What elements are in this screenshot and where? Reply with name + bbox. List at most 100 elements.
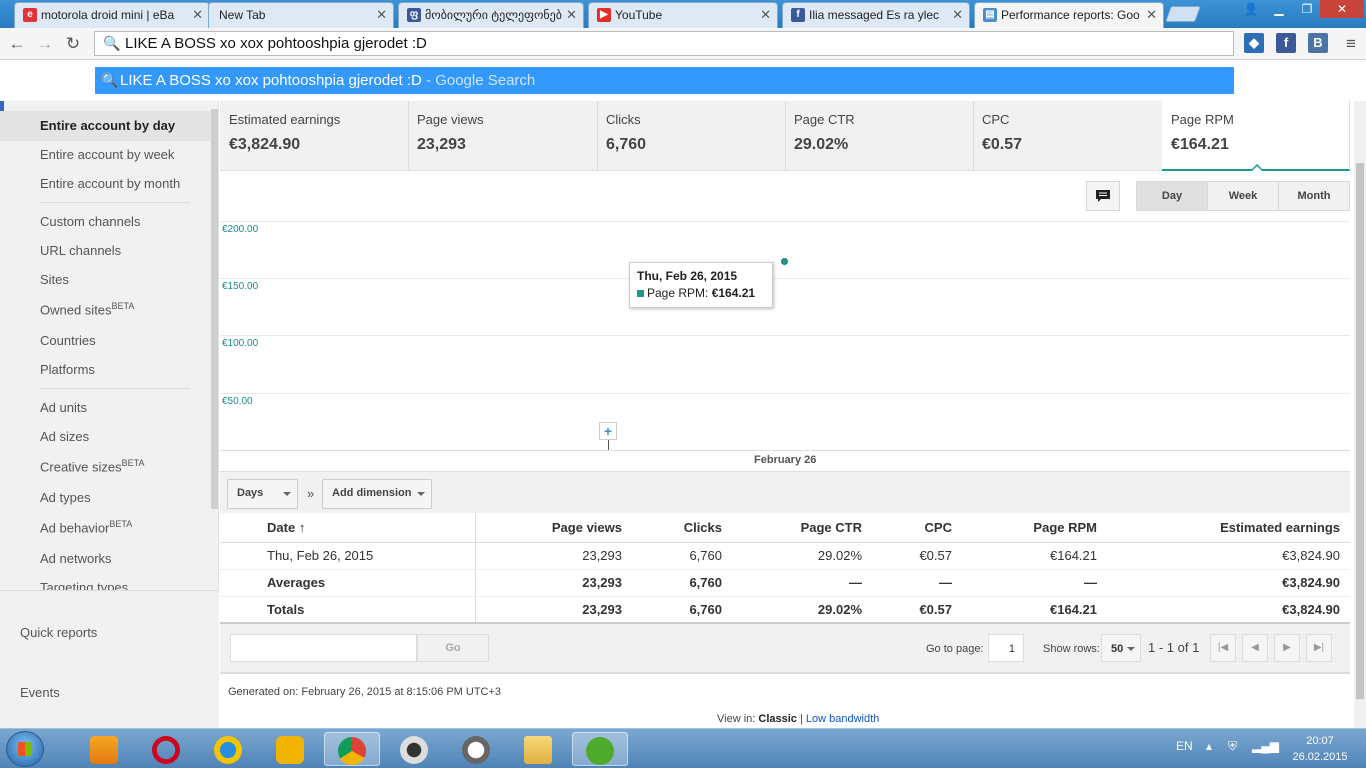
network-icon[interactable]: ▂▄▆ [1252,739,1279,753]
opera-icon[interactable] [138,732,194,766]
column-header-page-ctr[interactable]: Page CTR [732,514,872,543]
column-header-page-rpm[interactable]: Page RPM [962,514,1107,543]
sync-icon[interactable] [448,732,504,766]
series-swatch [637,290,644,297]
vk-icon[interactable]: B [1308,33,1328,53]
internet-explorer-icon[interactable] [200,732,256,766]
tab-ebay[interactable]: e motorola droid mini | eBa ✕ [14,2,210,28]
scrollbar-thumb[interactable] [1356,163,1364,699]
sidebar-item-ad-networks[interactable]: Ad networks [40,551,112,566]
column-header-clicks[interactable]: Clicks [632,514,732,543]
file-explorer-icon[interactable] [510,732,566,766]
annotation-button[interactable] [1086,181,1120,211]
filter-input[interactable] [230,634,417,662]
metric-page-ctr[interactable]: Page CTR 29.02% [785,101,974,171]
metric-cpc[interactable]: CPC €0.57 [973,101,1163,171]
column-header-cpc[interactable]: CPC [872,514,962,543]
back-icon[interactable]: ← [6,33,28,55]
add-dimension-label: Add dimension [332,487,412,499]
quick-reports-link[interactable]: Quick reports [20,625,97,640]
system-clock[interactable]: 20:07 26.02.2015 [1288,733,1352,765]
menu-icon[interactable]: ≡ [1340,33,1362,55]
media-player-icon[interactable] [76,732,132,766]
granularity-month-button[interactable]: Month [1278,181,1350,211]
sidebar-item-owned-sites[interactable]: Owned sitesBETA [40,301,134,317]
go-button[interactable]: Go [417,634,489,662]
chevron-down-icon [1127,647,1135,651]
tab-facebook[interactable]: f Ilia messaged Es ra ylec ✕ [782,2,970,28]
sidebar-item-entire-account-by-week[interactable]: Entire account by week [40,147,174,162]
sidebar-item-ad-sizes[interactable]: Ad sizes [40,429,89,444]
add-annotation-icon[interactable]: + [599,422,617,440]
new-tab-button[interactable] [1165,6,1201,22]
sidebar-item-ad-units[interactable]: Ad units [40,400,87,415]
sidebar-item-entire-account-by-day[interactable]: Entire account by day [40,118,175,133]
sidebar-item-countries[interactable]: Countries [40,333,96,348]
address-bar[interactable]: 🔍 LIKE A BOSS xo xox pohtooshpia gjerode… [94,31,1234,56]
close-icon[interactable]: ✕ [760,7,771,23]
last-page-icon[interactable]: ▶| [1306,634,1332,662]
camera-icon[interactable] [386,732,442,766]
antivirus-icon[interactable]: ⛨ [1228,739,1237,754]
extension-icon[interactable]: ◆ [1244,33,1264,53]
utorrent-icon[interactable] [572,732,628,766]
column-header-date[interactable]: Date ↑ [220,514,476,543]
metric-page-rpm[interactable]: Page RPM €164.21 [1162,101,1350,171]
table-pager: Go Go to page: 1 Show rows: 50 1 - 1 of … [220,624,1350,674]
low-bandwidth-link[interactable]: Low bandwidth [806,713,879,725]
data-point[interactable] [781,258,788,265]
first-page-icon[interactable]: |◀ [1210,634,1236,662]
granularity-week-button[interactable]: Week [1207,181,1279,211]
sidebar-item-custom-channels[interactable]: Custom channels [40,214,140,229]
close-icon[interactable]: ✕ [192,7,203,23]
metric-page-views[interactable]: Page views 23,293 [408,101,598,171]
page-scrollbar[interactable] [1354,101,1366,728]
tooltip-value: €164.21 [711,286,756,300]
tab-youtube[interactable]: ▶ YouTube ✕ [588,2,778,28]
sidebar-item-ad-behavior[interactable]: Ad behaviorBETA [40,519,132,535]
add-dimension-dropdown[interactable]: Add dimension [322,479,432,509]
metric-estimated-earnings[interactable]: Estimated earnings €3,824.90 [220,101,409,171]
forward-icon[interactable]: → [34,33,56,55]
search-suggestion[interactable]: 🔍 LIKE A BOSS xo xox pohtooshpia gjerode… [95,67,1234,94]
metric-value: €0.57 [982,136,1023,153]
close-window-button[interactable]: ✕ [1320,0,1364,18]
rows-per-page-select[interactable]: 50 [1101,634,1141,662]
sidebar-item-url-channels[interactable]: URL channels [40,243,121,258]
close-icon[interactable]: ✕ [1146,7,1157,23]
show-rows-label: Show rows: [1043,643,1100,655]
gridline [220,335,1350,336]
tab-new-tab[interactable]: New Tab ✕ [208,2,394,28]
page-number-input[interactable]: 1 [988,634,1024,662]
sidebar-item-ad-types[interactable]: Ad types [40,490,91,505]
reload-icon[interactable]: ↻ [62,33,84,55]
language-indicator[interactable]: EN [1176,739,1193,753]
close-icon[interactable]: ✕ [566,7,577,23]
show-hidden-icons[interactable]: ▴ [1206,739,1212,753]
close-icon[interactable]: ✕ [376,7,387,23]
facebook-icon[interactable]: f [1276,33,1296,53]
sidebar-item-creative-sizes[interactable]: Creative sizesBETA [40,458,144,474]
prev-page-icon[interactable]: ◀ [1242,634,1268,662]
sidebar-item-entire-account-by-month[interactable]: Entire account by month [40,176,180,191]
column-header-page-views[interactable]: Page views [475,514,632,543]
days-dropdown[interactable]: Days [227,479,298,509]
minimize-button[interactable]: ▁ [1266,0,1292,18]
start-button[interactable] [6,731,44,767]
close-icon[interactable]: ✕ [952,7,963,23]
table-cell: €164.21 [962,542,1107,570]
granularity-day-button[interactable]: Day [1136,181,1208,211]
sidebar-item-sites[interactable]: Sites [40,272,69,287]
metric-clicks[interactable]: Clicks 6,760 [597,101,786,171]
tab-georgian-site[interactable]: ფ მობილური ტელეფონებ ✕ [398,2,584,28]
user-icon[interactable]: 👤 [1238,0,1264,18]
sidebar-item-platforms[interactable]: Platforms [40,362,95,377]
sidebar-scrollbar[interactable] [211,109,218,509]
next-page-icon[interactable]: ▶ [1274,634,1300,662]
tab-performance-reports[interactable]: ▤ Performance reports: Goo ✕ [974,2,1164,28]
tools-icon[interactable] [262,732,318,766]
maximize-button[interactable]: ❐ [1294,0,1320,18]
events-link[interactable]: Events [20,685,60,700]
chrome-icon[interactable] [324,732,380,766]
column-header-estimated-earnings[interactable]: Estimated earnings [1107,514,1350,543]
